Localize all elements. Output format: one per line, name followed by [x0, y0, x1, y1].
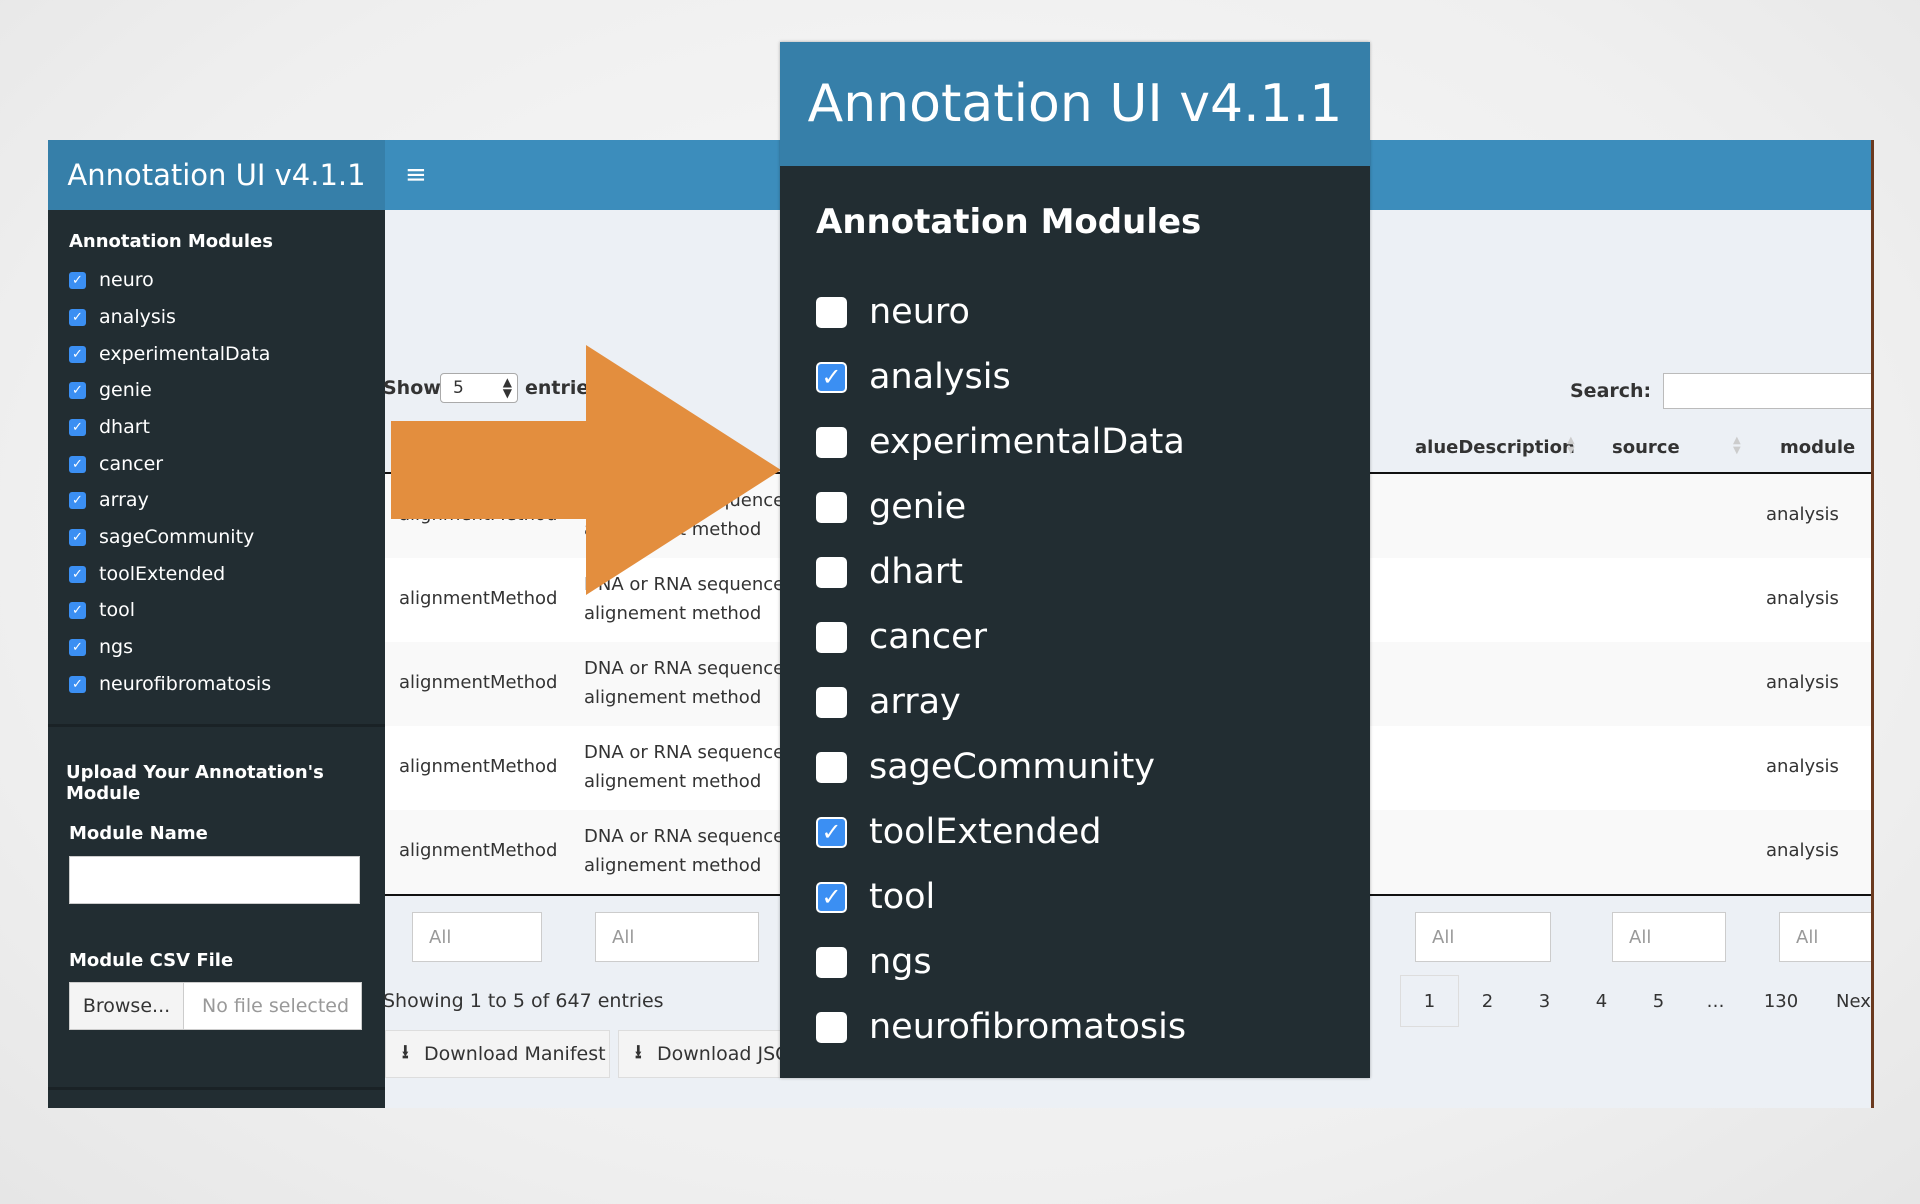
sidebar-module-analysis[interactable]: ✓ analysis — [69, 304, 176, 330]
module-name-input[interactable] — [69, 856, 360, 904]
window-edge — [1871, 140, 1874, 1108]
sidebar-module-dhart[interactable]: ✓ dhart — [69, 414, 150, 440]
filter-value-description-input[interactable]: All — [1415, 912, 1551, 962]
checkbox-checked-icon[interactable]: ✓ — [69, 345, 86, 363]
download-icon: ⭳ — [402, 1041, 409, 1063]
sidebar-divider — [48, 724, 385, 727]
search-label: Search: — [1570, 380, 1652, 402]
sidebar-module-neuro[interactable]: ✓ neuro — [69, 267, 154, 293]
checkbox-checked-icon[interactable]: ✓ — [69, 601, 86, 619]
filter-key-input[interactable]: All — [412, 912, 542, 962]
checkbox-checked-icon[interactable]: ✓ — [69, 455, 86, 473]
pagination-page-last[interactable]: 130 — [1744, 975, 1818, 1027]
file-upload-control[interactable]: Browse... No file selected — [69, 982, 362, 1030]
pagination-page-5[interactable]: 5 — [1630, 975, 1687, 1027]
upload-heading: Upload Your Annotation's Module — [66, 762, 324, 804]
checkbox-checked-icon[interactable]: ✓ — [816, 361, 847, 393]
download-icon: ⭳ — [635, 1041, 642, 1063]
checkbox-checked-icon[interactable]: ✓ — [69, 418, 86, 436]
sidebar-module-tool[interactable]: ✓ tool — [69, 597, 135, 623]
sidebar: Annotation Modules ✓ neuro ✓ analysis ✓ exp… — [48, 210, 385, 1108]
pagination-page-3[interactable]: 3 — [1516, 975, 1573, 1027]
column-header-source[interactable]: source — [1612, 437, 1680, 458]
checkbox-checked-icon[interactable]: ✓ — [69, 528, 86, 546]
zoom-module-toolextended[interactable]: ✓ toolExtended — [816, 808, 1102, 856]
sidebar-module-genie[interactable]: ✓ genie — [69, 377, 152, 403]
module-csv-label: Module CSV File — [69, 950, 234, 971]
checkbox-checked-icon[interactable]: ✓ — [816, 881, 847, 913]
app-logo-title: Annotation UI v4.1.1 — [48, 140, 385, 210]
sidebar-module-ngs[interactable]: ✓ ngs — [69, 634, 133, 660]
table-info: Showing 1 to 5 of 647 entries — [383, 990, 664, 1012]
pagination-ellipsis: … — [1706, 990, 1725, 1012]
sidebar-module-cancer[interactable]: ✓ cancer — [69, 451, 163, 477]
checkbox-unchecked-icon[interactable] — [816, 491, 847, 523]
checkbox-unchecked-icon[interactable] — [816, 621, 847, 653]
zoom-module-cancer[interactable]: cancer — [816, 613, 987, 661]
sidebar-module-array[interactable]: ✓ array — [69, 487, 149, 513]
checkbox-unchecked-icon[interactable] — [816, 1011, 847, 1043]
checkbox-unchecked-icon[interactable] — [816, 426, 847, 458]
checkbox-checked-icon[interactable]: ✓ — [69, 271, 86, 289]
right-arrow-icon — [391, 345, 781, 595]
sidebar-module-experimentaldata[interactable]: ✓ experimentalData — [69, 341, 270, 367]
zoom-module-array[interactable]: array — [816, 678, 961, 726]
zoom-module-neuro[interactable]: neuro — [816, 288, 970, 336]
sidebar-module-sagecommunity[interactable]: ✓ sageCommunity — [69, 524, 254, 550]
checkbox-unchecked-icon[interactable] — [816, 751, 847, 783]
zoom-module-experimentaldata[interactable]: experimentalData — [816, 418, 1185, 466]
zoom-module-neurofibromatosis[interactable]: neurofibromatosis — [816, 1003, 1186, 1051]
sidebar-module-neurofibromatosis[interactable]: ✓ neurofibromatosis — [69, 671, 271, 697]
zoom-module-sagecommunity[interactable]: sageCommunity — [816, 743, 1155, 791]
zoom-module-dhart[interactable]: dhart — [816, 548, 963, 596]
zoom-module-analysis[interactable]: ✓ analysis — [816, 353, 1011, 401]
zoom-modules-heading: Annotation Modules — [816, 202, 1202, 242]
checkbox-checked-icon[interactable]: ✓ — [69, 565, 86, 583]
pagination-page-1[interactable]: 1 — [1400, 975, 1459, 1027]
sort-arrows-icon[interactable]: ▲ ▼ — [1567, 436, 1575, 456]
checkbox-checked-icon[interactable]: ✓ — [816, 816, 847, 848]
checkbox-checked-icon[interactable]: ✓ — [69, 308, 86, 326]
search-input[interactable] — [1663, 373, 1874, 409]
sidebar-divider — [48, 1087, 385, 1090]
column-header-value-description[interactable]: alueDescription — [1415, 437, 1575, 458]
checkbox-unchecked-icon[interactable] — [816, 686, 847, 718]
checkbox-checked-icon[interactable]: ✓ — [69, 675, 86, 693]
checkbox-unchecked-icon[interactable] — [816, 296, 847, 328]
zoom-app-title: Annotation UI v4.1.1 — [780, 42, 1370, 166]
sidebar-module-toolextended[interactable]: ✓ toolExtended — [69, 561, 225, 587]
module-name-label: Module Name — [69, 823, 208, 844]
filter-description-input[interactable]: All — [595, 912, 759, 962]
file-status-text: No file selected — [184, 982, 362, 1030]
filter-module-input[interactable]: All — [1779, 912, 1874, 962]
hamburger-menu-icon[interactable]: ≡ — [405, 160, 429, 190]
download-manifest-button[interactable]: ⭳ Download Manifest — [385, 1030, 610, 1078]
zoom-module-ngs[interactable]: ngs — [816, 938, 932, 986]
zoom-module-tool[interactable]: ✓ tool — [816, 873, 935, 921]
filter-source-input[interactable]: All — [1612, 912, 1726, 962]
checkbox-checked-icon[interactable]: ✓ — [69, 638, 86, 656]
sort-arrows-icon[interactable]: ▲ ▼ — [1733, 436, 1741, 456]
checkbox-checked-icon[interactable]: ✓ — [69, 491, 86, 509]
pagination-page-4[interactable]: 4 — [1573, 975, 1630, 1027]
checkbox-unchecked-icon[interactable] — [816, 556, 847, 588]
browse-button[interactable]: Browse... — [69, 982, 184, 1030]
pagination-page-2[interactable]: 2 — [1459, 975, 1516, 1027]
zoomed-sidebar-panel: Annotation UI v4.1.1 Annotation Modules … — [780, 42, 1370, 1078]
column-header-module[interactable]: module — [1780, 437, 1855, 458]
pagination-next-button[interactable]: Next — [1818, 975, 1874, 1027]
checkbox-checked-icon[interactable]: ✓ — [69, 381, 86, 399]
zoom-module-genie[interactable]: genie — [816, 483, 966, 531]
checkbox-unchecked-icon[interactable] — [816, 946, 847, 978]
modules-heading: Annotation Modules — [69, 231, 273, 252]
